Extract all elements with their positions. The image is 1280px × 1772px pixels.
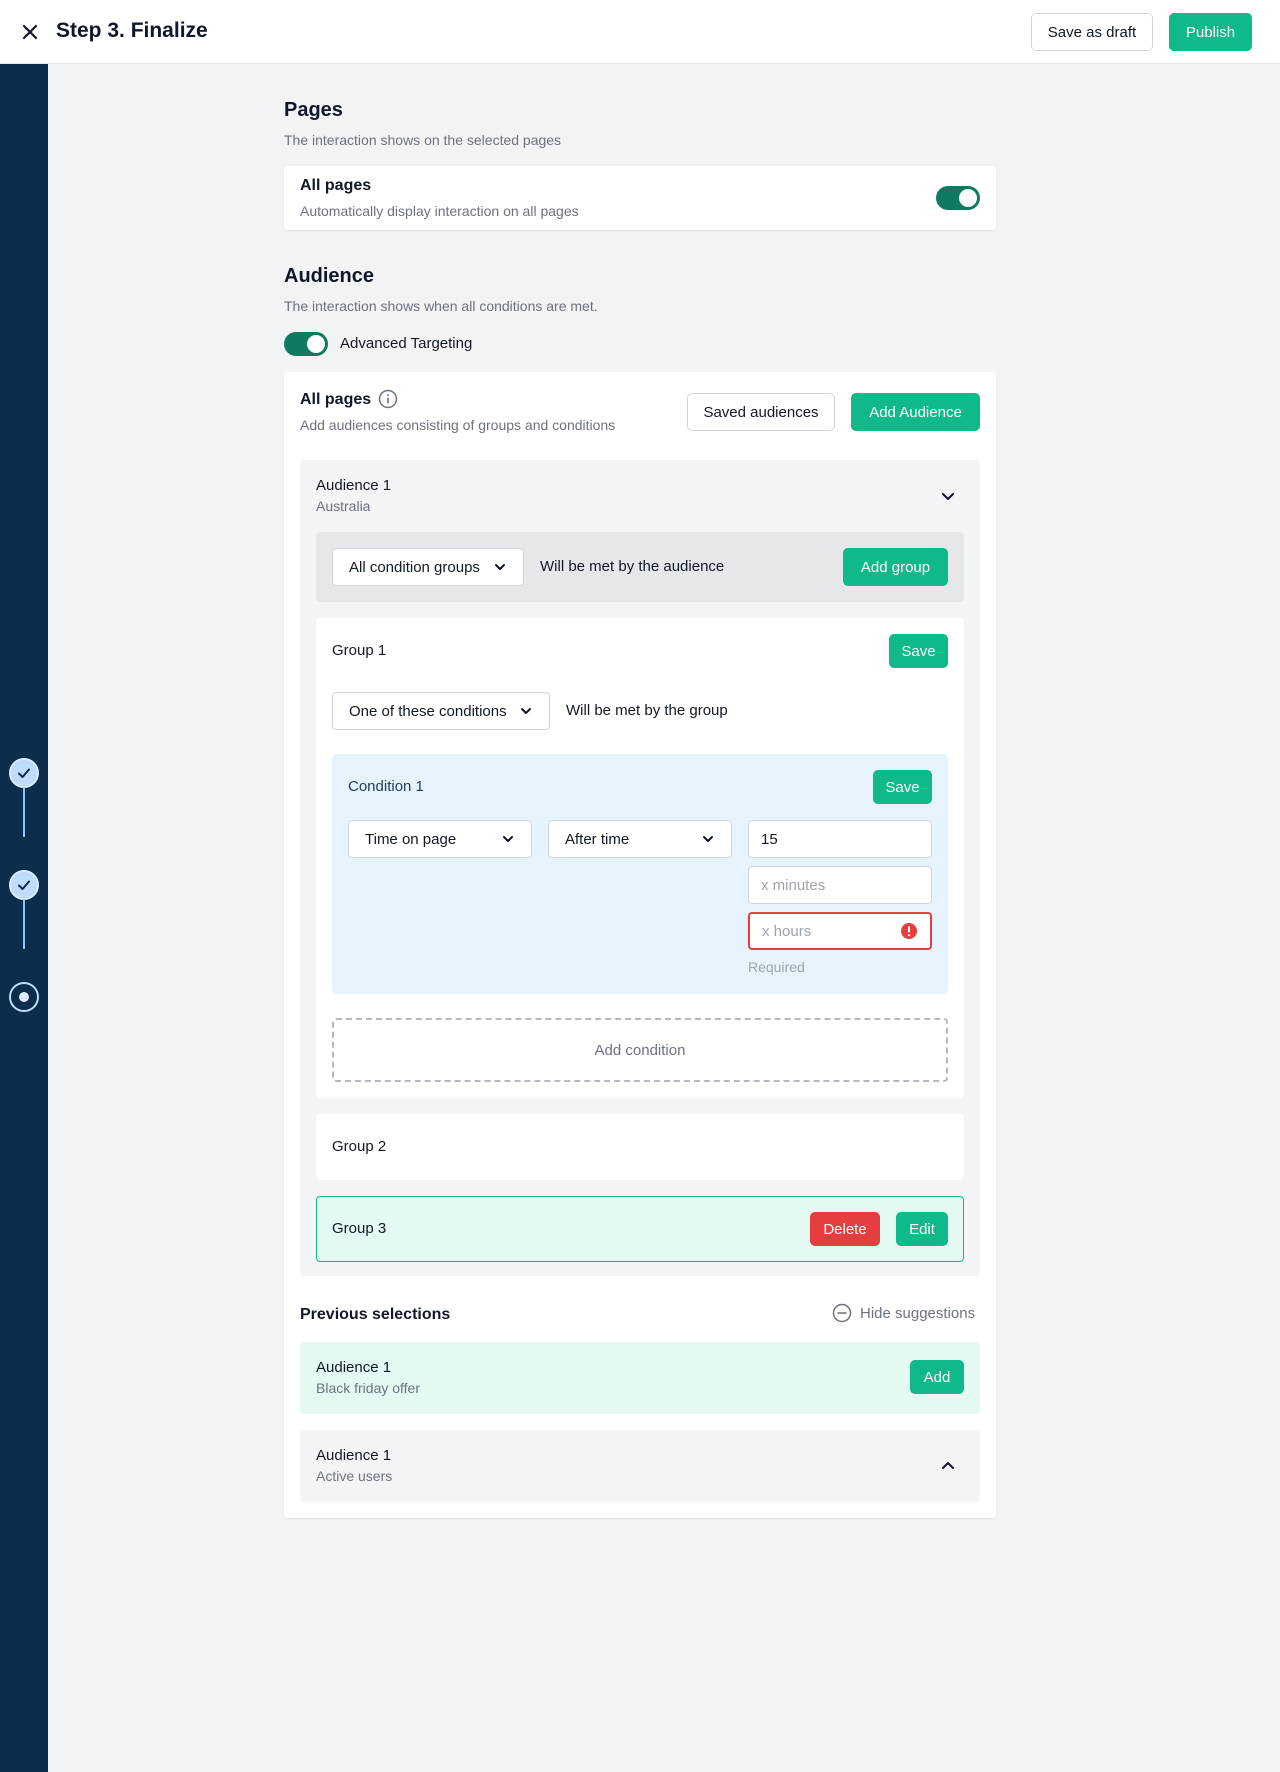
close-icon[interactable]	[18, 20, 42, 44]
audience-card-description: Add audiences consisting of groups and c…	[300, 417, 616, 433]
conditions-text: Will be met by the group	[566, 702, 728, 719]
error-icon	[901, 923, 917, 939]
audience-1-panel: Audience 1 Australia All condition group…	[300, 460, 980, 1276]
condition-groups-bar: All condition groups Will be met by the …	[316, 532, 964, 602]
chevron-up-icon[interactable]	[940, 1458, 956, 1474]
add-audience-button[interactable]: Add Audience	[851, 393, 980, 431]
audience-1-name: Audience 1	[316, 477, 392, 494]
condition-operator-select[interactable]: After time	[548, 820, 732, 858]
add-group-button[interactable]: Add group	[843, 548, 948, 586]
step-1-check-icon[interactable]	[9, 758, 39, 788]
previous-selection-item: Audience 1 Black friday offer Add	[300, 1342, 980, 1414]
hide-suggestions-label: Hide suggestions	[860, 1304, 976, 1322]
all-pages-description: Automatically display interaction on all…	[300, 203, 579, 219]
minutes-input[interactable]: x minutes	[748, 866, 932, 904]
page-title: Step 3. Finalize	[56, 19, 208, 42]
group-1-name: Group 1	[332, 642, 387, 659]
pages-section-subtitle: The interaction shows on the selected pa…	[284, 132, 562, 148]
condition-groups-select[interactable]: All condition groups	[332, 548, 524, 586]
step-3-current-icon[interactable]	[9, 982, 39, 1012]
minus-circle-icon	[832, 1303, 852, 1323]
add-condition-button[interactable]: Add condition	[332, 1018, 948, 1082]
condition-1-panel: Condition 1 Save Time on page After time…	[332, 754, 948, 994]
publish-button[interactable]: Publish	[1169, 13, 1252, 51]
group-2-name: Group 2	[332, 1138, 387, 1155]
previous-item-name: Audience 1	[316, 1447, 392, 1464]
group-1-save-button[interactable]: Save	[889, 634, 948, 668]
group-3-edit-button[interactable]: Edit	[896, 1212, 948, 1246]
audience-section-title: Audience	[284, 265, 375, 287]
saved-audiences-button[interactable]: Saved audiences	[687, 393, 835, 431]
condition-groups-select-value: All condition groups	[349, 558, 480, 576]
audience-section-subtitle: The interaction shows when all condition…	[284, 298, 598, 314]
condition-value-input[interactable]: 15	[748, 820, 932, 858]
condition-1-name: Condition 1	[348, 778, 424, 795]
group-2-card[interactable]: Group 2	[316, 1114, 964, 1180]
info-icon[interactable]	[378, 389, 398, 409]
chevron-down-icon	[703, 836, 713, 842]
group-3-delete-button[interactable]: Delete	[810, 1212, 880, 1246]
pages-section-title: Pages	[284, 99, 343, 121]
conditions-select-value: One of these conditions	[349, 702, 507, 720]
save-as-draft-button[interactable]: Save as draft	[1031, 13, 1153, 51]
all-pages-card: All pages Automatically display interact…	[284, 166, 996, 230]
stepper-sidebar	[0, 64, 48, 1772]
previous-item-subtitle: Active users	[316, 1468, 393, 1484]
previous-selections-title: Previous selections	[300, 1306, 451, 1323]
group-3-name: Group 3	[332, 1220, 387, 1237]
chevron-down-icon	[521, 708, 531, 714]
chevron-down-icon	[503, 836, 513, 842]
advanced-targeting-label: Advanced Targeting	[340, 335, 473, 352]
audience-1-subtitle: Australia	[316, 498, 371, 514]
all-pages-toggle[interactable]	[936, 186, 980, 210]
previous-item-subtitle: Black friday offer	[316, 1380, 421, 1396]
all-pages-title: All pages	[300, 177, 372, 194]
step-2-check-icon[interactable]	[9, 870, 39, 900]
hours-error-text: Required	[748, 959, 805, 975]
condition-type-select[interactable]: Time on page	[348, 820, 532, 858]
previous-selection-item: Audience 1 Active users	[300, 1430, 980, 1502]
hide-suggestions-button[interactable]: Hide suggestions	[832, 1303, 975, 1323]
previous-item-name: Audience 1	[316, 1359, 392, 1376]
top-bar: Step 3. Finalize Save as draft Publish	[0, 0, 1280, 64]
chevron-down-icon[interactable]	[940, 488, 956, 504]
audience-card: All pages Add audiences consisting of gr…	[284, 372, 996, 1518]
hours-input[interactable]: x hours	[748, 912, 932, 950]
chevron-down-icon	[495, 564, 505, 570]
advanced-targeting-toggle[interactable]	[284, 332, 328, 356]
group-3-card: Group 3 Delete Edit	[316, 1196, 964, 1262]
condition-operator-select-value: After time	[565, 830, 630, 848]
conditions-select[interactable]: One of these conditions	[332, 692, 550, 730]
add-previous-audience-button[interactable]: Add	[910, 1360, 964, 1394]
condition-1-save-button[interactable]: Save	[873, 770, 932, 804]
condition-type-select-value: Time on page	[365, 830, 457, 848]
hours-input-placeholder: x hours	[762, 922, 812, 940]
audience-card-title: All pages	[300, 391, 372, 408]
group-1-card: Group 1 Save One of these conditions Wil…	[316, 618, 964, 1098]
condition-groups-text: Will be met by the audience	[540, 558, 725, 575]
